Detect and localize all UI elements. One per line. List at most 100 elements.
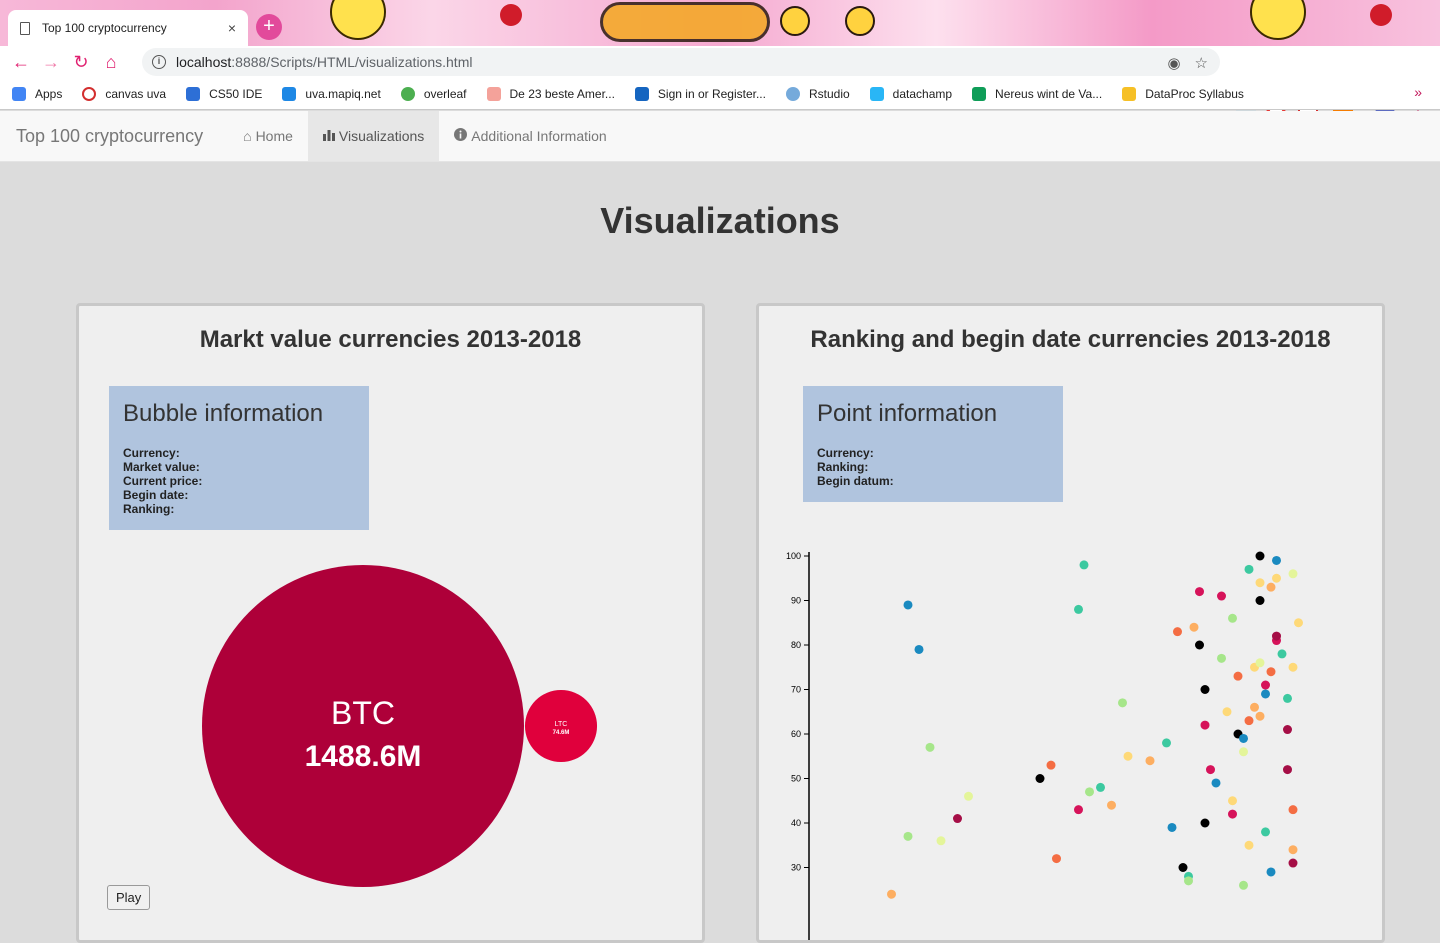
reload-icon[interactable]: ↻ — [66, 47, 96, 77]
bookmark-nereus[interactable]: Nereus wint de Va... — [972, 86, 1102, 101]
bookmark-datachamp[interactable]: datachamp — [869, 86, 952, 101]
bookmark-apps[interactable]: Apps — [12, 86, 62, 101]
scatter-point[interactable] — [1288, 858, 1298, 868]
scatter-point[interactable] — [1085, 787, 1094, 797]
bookmark-overleaf[interactable]: overleaf — [400, 86, 467, 101]
browser-tab[interactable]: Top 100 cryptocurrency × — [8, 10, 248, 46]
bookmark-dataproc[interactable]: DataProc Syllabus — [1122, 86, 1244, 101]
scatter-point[interactable] — [1096, 782, 1105, 792]
scatter-point[interactable] — [1239, 733, 1248, 743]
info-icon[interactable]: i — [152, 55, 166, 69]
scatter-point[interactable] — [1283, 725, 1292, 735]
scatter-point[interactable] — [1255, 578, 1265, 588]
scatter-point[interactable] — [1145, 756, 1155, 766]
nav-additional-information[interactable]: Additional Information — [439, 111, 621, 161]
scatter-point[interactable] — [1200, 720, 1210, 730]
scatter-point[interactable] — [1233, 671, 1243, 681]
scatter-point[interactable] — [914, 644, 924, 654]
scatter-point[interactable] — [1228, 796, 1237, 806]
scatter-point[interactable] — [1046, 760, 1056, 770]
scatter-point[interactable] — [1035, 774, 1045, 783]
scatter-point[interactable] — [1288, 662, 1298, 672]
scatter-point[interactable] — [1217, 591, 1226, 601]
bookmark-canvas-uva[interactable]: canvas uva — [82, 86, 166, 101]
scatter-point[interactable] — [1173, 627, 1182, 637]
back-arrow-icon[interactable]: ← — [6, 47, 36, 77]
scatter-point[interactable] — [1255, 711, 1265, 721]
scatter-point[interactable] — [1283, 765, 1292, 775]
scatter-point[interactable] — [1255, 596, 1265, 605]
scatter-point[interactable] — [964, 791, 973, 801]
scatter-point[interactable] — [1261, 827, 1270, 837]
bookmark-mapiq[interactable]: uva.mapiq.net — [282, 86, 381, 101]
scatter-point[interactable] — [903, 600, 913, 610]
scatter-point[interactable] — [1272, 573, 1281, 583]
more-bookmarks-icon[interactable]: » — [1414, 84, 1422, 100]
scatter-point[interactable] — [1195, 640, 1204, 650]
scatter-point[interactable] — [1123, 751, 1133, 761]
new-tab-button[interactable]: + — [256, 14, 282, 40]
scatter-point[interactable] — [1244, 716, 1254, 726]
scatter-point[interactable] — [1074, 604, 1083, 614]
home-icon[interactable]: ⌂ — [96, 47, 126, 77]
scatter-point[interactable] — [1217, 653, 1226, 663]
scatter-point[interactable] — [1195, 587, 1204, 597]
scatter-point[interactable] — [1184, 876, 1193, 886]
scatter-point[interactable] — [1118, 698, 1127, 708]
scatter-point[interactable] — [1272, 631, 1281, 641]
scatter-point[interactable] — [1250, 702, 1259, 712]
scatter-point[interactable] — [1239, 880, 1248, 890]
scatter-point[interactable] — [1288, 845, 1298, 855]
scatter-point[interactable] — [1244, 564, 1254, 574]
scatter-point[interactable] — [1255, 551, 1265, 561]
bookmark-rstudio[interactable]: Rstudio — [785, 86, 850, 101]
scatter-point[interactable] — [1266, 582, 1276, 592]
scatter-point[interactable] — [953, 814, 962, 824]
scatter-point[interactable] — [1189, 622, 1199, 632]
scatter-point[interactable] — [936, 836, 946, 846]
scatter-point[interactable] — [903, 831, 913, 841]
translate-icon[interactable]: ◉ — [1167, 54, 1180, 72]
scatter-point[interactable] — [1272, 555, 1281, 565]
browser-toolbar: ← → ↻ ⌂ i localhost:8888/Scripts/HTML/vi… — [0, 46, 1440, 117]
nav-visualizations[interactable]: Visualizations — [307, 111, 440, 161]
scatter-point[interactable] — [1228, 809, 1237, 819]
forward-arrow-icon[interactable]: → — [36, 47, 66, 77]
scatter-point[interactable] — [1244, 840, 1254, 850]
nav-home[interactable]: ⌂ Home — [228, 111, 308, 161]
scatter-point[interactable] — [925, 742, 935, 752]
play-button[interactable]: Play — [107, 885, 151, 910]
scatter-point[interactable] — [1206, 765, 1215, 775]
scatter-point[interactable] — [887, 889, 896, 899]
bookmark-de-23-beste[interactable]: De 23 beste Amer... — [486, 86, 615, 101]
bookmark-star-icon[interactable]: ☆ — [1195, 54, 1208, 72]
scatter-point[interactable] — [1228, 613, 1237, 623]
navbar-brand[interactable]: Top 100 cryptocurrency — [0, 111, 218, 161]
scatter-point[interactable] — [1079, 560, 1089, 570]
scatter-point[interactable] — [1200, 685, 1210, 694]
bookmark-sign-in[interactable]: Sign in or Register... — [634, 86, 766, 101]
scatter-point[interactable] — [1294, 618, 1303, 628]
scatter-point[interactable] — [1239, 747, 1248, 757]
scatter-point[interactable] — [1255, 658, 1265, 668]
scatter-point[interactable] — [1288, 805, 1298, 815]
scatter-point[interactable] — [1261, 680, 1270, 690]
address-bar[interactable]: i localhost:8888/Scripts/HTML/visualizat… — [142, 48, 1220, 76]
scatter-point[interactable] — [1266, 667, 1276, 677]
scatter-point[interactable] — [1288, 569, 1298, 579]
scatter-point[interactable] — [1074, 805, 1083, 815]
bookmark-cs50-ide[interactable]: CS50 IDE — [186, 86, 262, 101]
scatter-point[interactable] — [1277, 649, 1287, 659]
scatter-point[interactable] — [1107, 800, 1116, 810]
scatter-point[interactable] — [1162, 738, 1171, 748]
scatter-point[interactable] — [1283, 693, 1292, 703]
scatter-point[interactable] — [1178, 863, 1188, 872]
scatter-point[interactable] — [1222, 707, 1232, 717]
scatter-point[interactable] — [1167, 822, 1177, 832]
scatter-point[interactable] — [1200, 818, 1210, 828]
close-icon[interactable]: × — [228, 20, 236, 36]
scatter-point[interactable] — [1266, 867, 1276, 877]
scatter-point[interactable] — [1211, 778, 1221, 788]
scatter-point[interactable] — [1261, 689, 1270, 699]
scatter-point[interactable] — [1052, 854, 1061, 864]
